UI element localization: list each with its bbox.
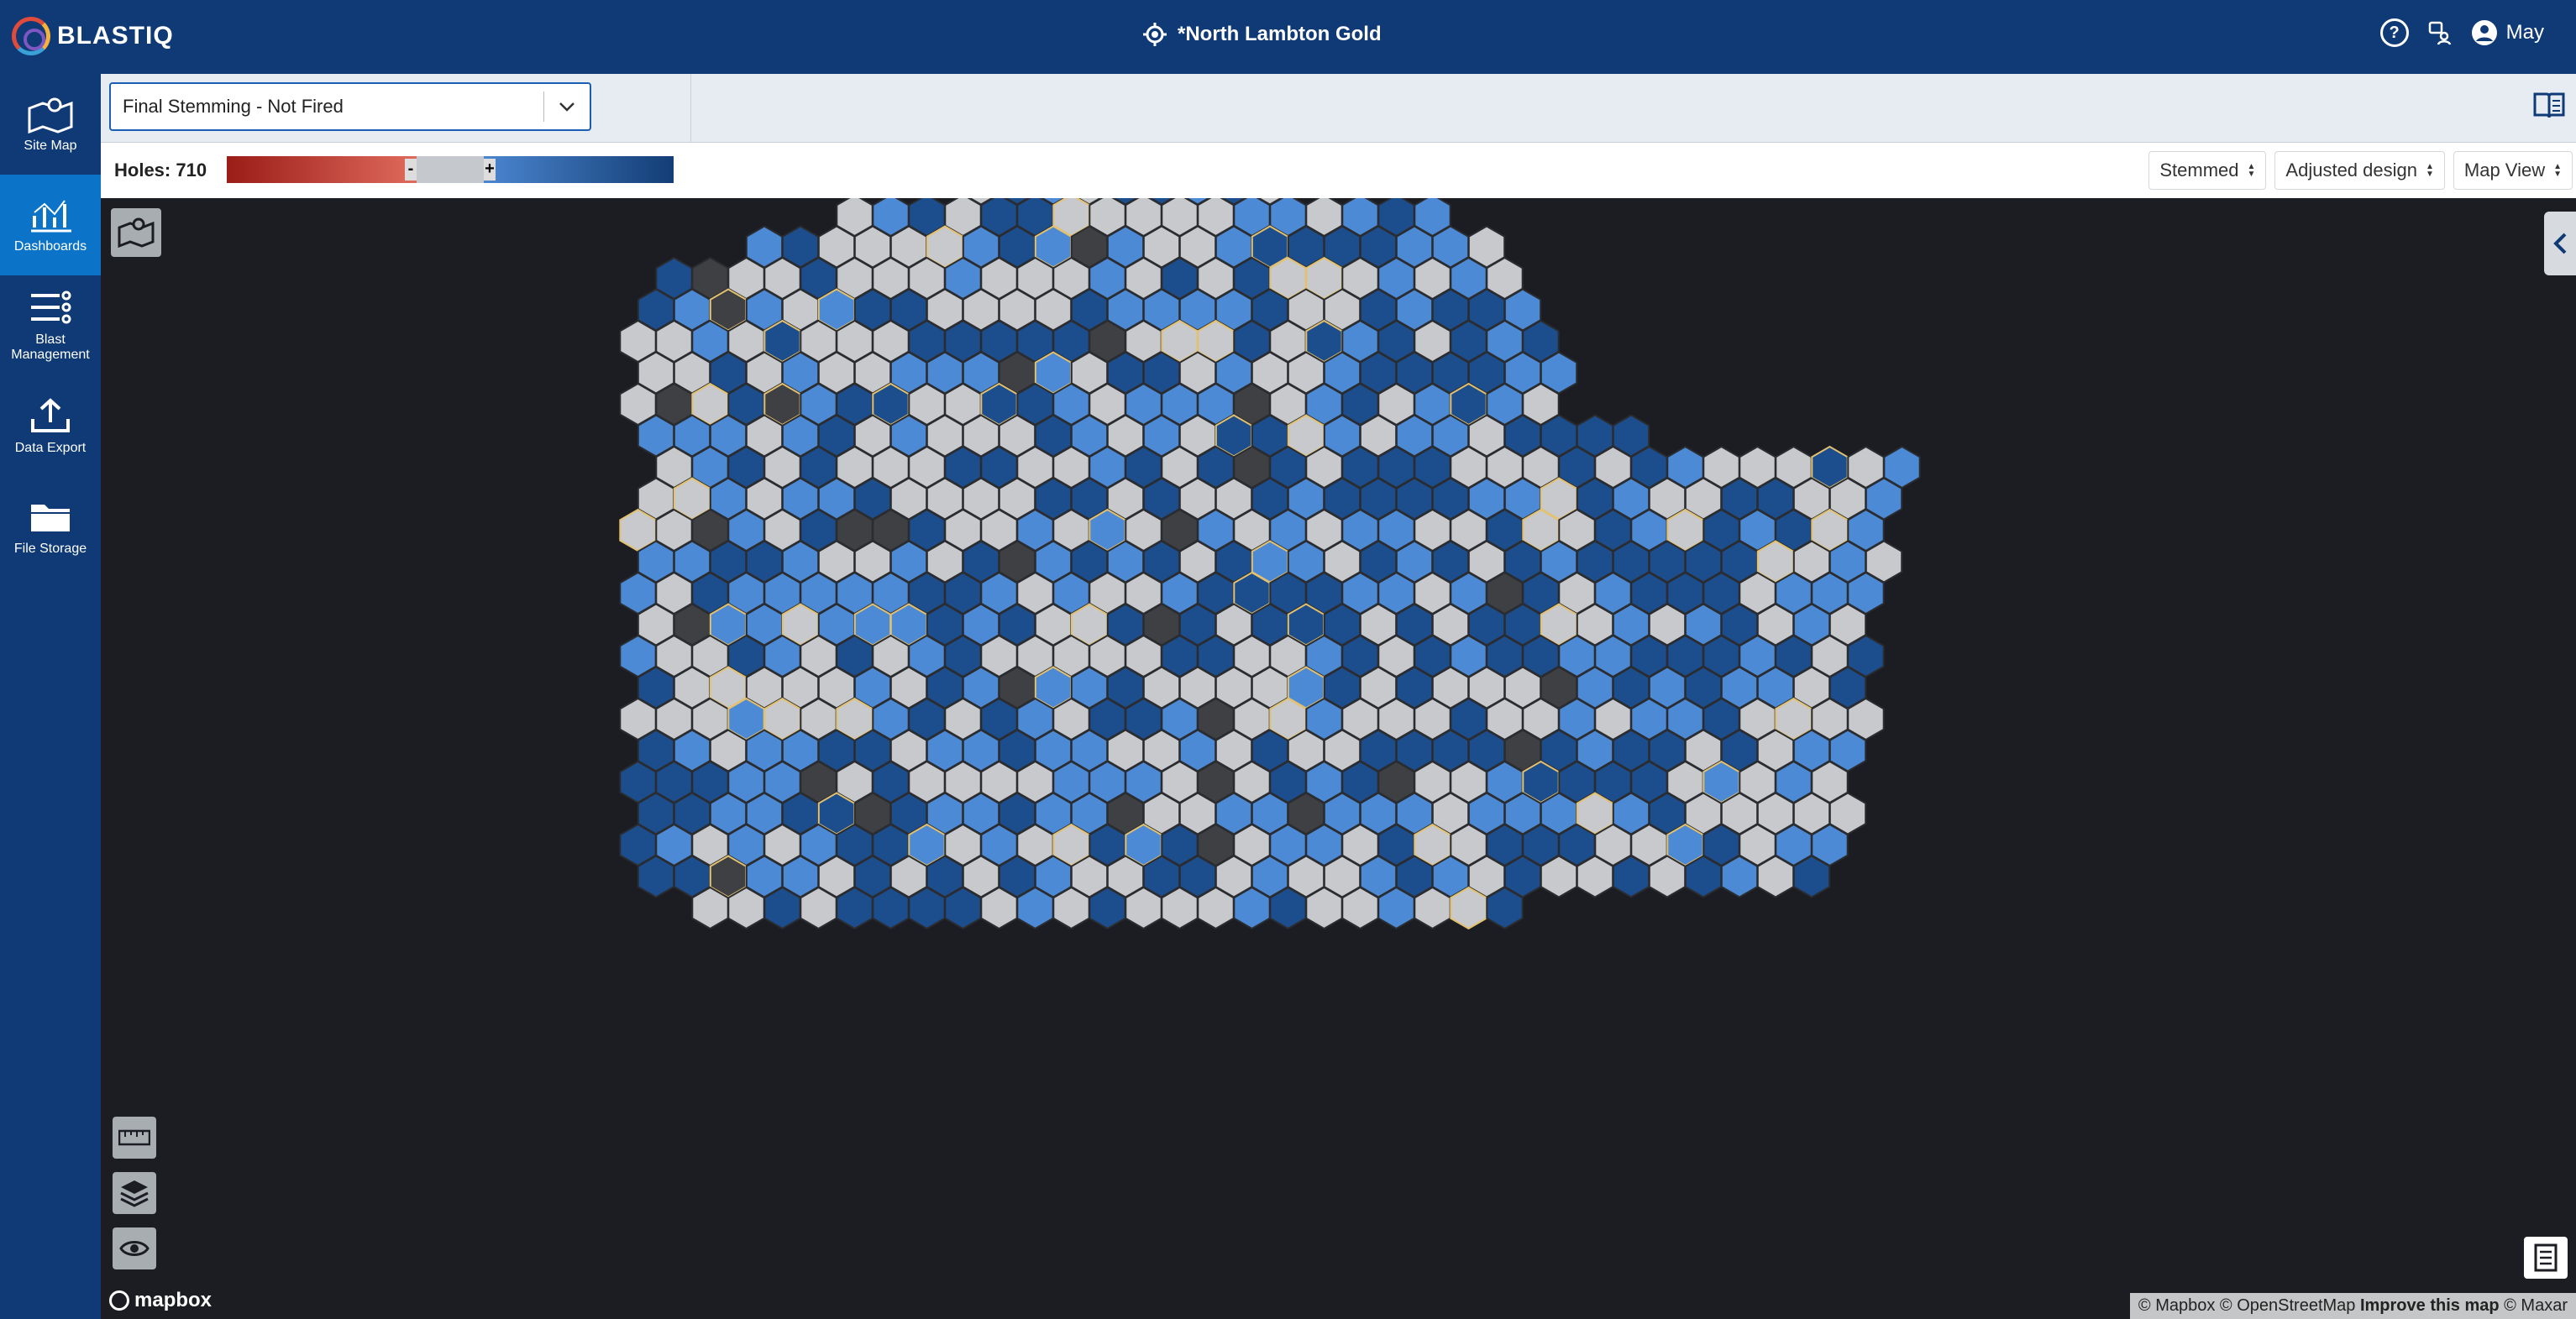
view-select[interactable]: Map View ▲ ▼	[2453, 151, 2573, 190]
sidebar-item-data-export[interactable]: Data Export	[0, 376, 101, 477]
sidebar-item-label: Blast Management	[11, 332, 90, 362]
blast-map[interactable]: mapbox © Mapbox © OpenStreetMap Improve …	[101, 198, 2576, 1319]
sidebar-item-file-storage[interactable]: File Storage	[0, 477, 101, 578]
sidebar-item-label: Dashboards	[13, 239, 87, 254]
sort-arrows-icon: ▲ ▼	[2425, 162, 2434, 179]
sidebar-item-label: Data Export	[14, 441, 87, 455]
mapbox-logo[interactable]: mapbox	[109, 1289, 212, 1312]
ruler-button[interactable]	[113, 1117, 156, 1159]
upload-icon	[31, 398, 70, 432]
sidebar-item-label: File Storage	[13, 542, 87, 556]
user-menu[interactable]: May	[2471, 19, 2544, 46]
color-scale-negative: -	[227, 156, 417, 183]
layers-icon	[120, 1180, 149, 1207]
sidebar-item-blast-management[interactable]: Blast Management	[0, 275, 101, 376]
design-select-value: Adjusted design	[2285, 160, 2417, 181]
support-chat-icon[interactable]	[2427, 20, 2453, 45]
chevron-left-icon	[2553, 233, 2567, 254]
blast-hole-layer[interactable]	[101, 198, 2576, 1319]
user-name: May	[2505, 21, 2544, 44]
holes-count: Holes: 710	[114, 160, 207, 181]
mapbox-logo-text: mapbox	[134, 1289, 212, 1311]
site-title-text: *North Lambton Gold	[1178, 23, 1382, 45]
mapbox-logo-icon	[109, 1290, 129, 1311]
design-select[interactable]: Adjusted design ▲ ▼	[2274, 151, 2445, 190]
blast-holes[interactable]	[619, 198, 1921, 930]
attribution-maxar-link[interactable]: © Maxar	[2504, 1296, 2568, 1315]
sidebar: Site Map Dashboards Blast Management Dat…	[0, 74, 101, 1319]
map-layers-map-icon	[118, 217, 155, 249]
ruler-icon	[118, 1129, 150, 1146]
logo-mark-icon	[12, 17, 50, 55]
color-scale-neutral	[417, 156, 484, 183]
blastiq-logo[interactable]: BLASTIQ	[12, 17, 174, 55]
toolbar-divider	[690, 74, 691, 143]
hole-list-button[interactable]	[2524, 1237, 2568, 1279]
sidebar-item-dashboards[interactable]: Dashboards	[0, 175, 101, 275]
improve-map-link[interactable]: Improve this map	[2360, 1296, 2500, 1315]
color-scale: - +	[227, 156, 674, 183]
location-target-icon	[1143, 23, 1167, 46]
control-bar: Final Stemming - Not Fired	[101, 74, 2576, 143]
metric-select-value: Stemmed	[2159, 160, 2239, 181]
blast-management-icon	[31, 290, 71, 324]
sort-arrows-icon: ▲ ▼	[2553, 162, 2562, 179]
user-avatar-icon	[2471, 20, 2497, 45]
color-scale-positive: +	[484, 156, 674, 183]
minus-marker: -	[405, 159, 417, 181]
blast-stage-value: Final Stemming - Not Fired	[123, 96, 344, 117]
sidebar-item-site-map[interactable]: Site Map	[0, 74, 101, 175]
folder-icon	[31, 505, 70, 531]
sidebar-item-label: Site Map	[24, 139, 77, 153]
attribution-mapbox-link[interactable]: © Mapbox	[2138, 1296, 2215, 1315]
visibility-button[interactable]	[113, 1227, 156, 1269]
chevron-down-icon[interactable]	[544, 102, 590, 112]
sort-arrows-icon: ▲ ▼	[2247, 162, 2256, 179]
map-dropdowns: Stemmed ▲ ▼ Adjusted design ▲ ▼ Map View ▲ ▼	[2148, 151, 2573, 190]
map-attribution: © Mapbox © OpenStreetMap Improve this ma…	[2129, 1293, 2576, 1319]
layers-button[interactable]	[113, 1172, 156, 1214]
plus-marker: +	[484, 159, 496, 181]
help-icon[interactable]: ?	[2379, 18, 2409, 47]
eye-icon	[119, 1241, 150, 1256]
logo-text: BLASTIQ	[57, 22, 174, 50]
legend-bar: Holes: 710 - + Stemmed ▲ ▼ Adjusted design…	[101, 143, 2576, 198]
map-style-button[interactable]	[111, 208, 161, 257]
dashboard-chart-icon	[31, 200, 71, 233]
view-select-value: Map View	[2463, 160, 2546, 181]
site-map-icon	[28, 97, 73, 133]
list-document-icon	[2534, 1243, 2558, 1272]
book-legend-icon[interactable]	[2532, 91, 2566, 125]
metric-select[interactable]: Stemmed ▲ ▼	[2148, 151, 2267, 190]
top-bar: BLASTIQ *North Lambton Gold ? May	[0, 0, 2576, 74]
header-actions: ? May	[2379, 18, 2544, 47]
blast-stage-select[interactable]: Final Stemming - Not Fired	[109, 82, 591, 131]
site-title[interactable]: *North Lambton Gold	[1142, 22, 1382, 47]
attribution-osm-link[interactable]: © OpenStreetMap	[2220, 1296, 2355, 1315]
collapse-panel-button[interactable]	[2544, 212, 2576, 275]
